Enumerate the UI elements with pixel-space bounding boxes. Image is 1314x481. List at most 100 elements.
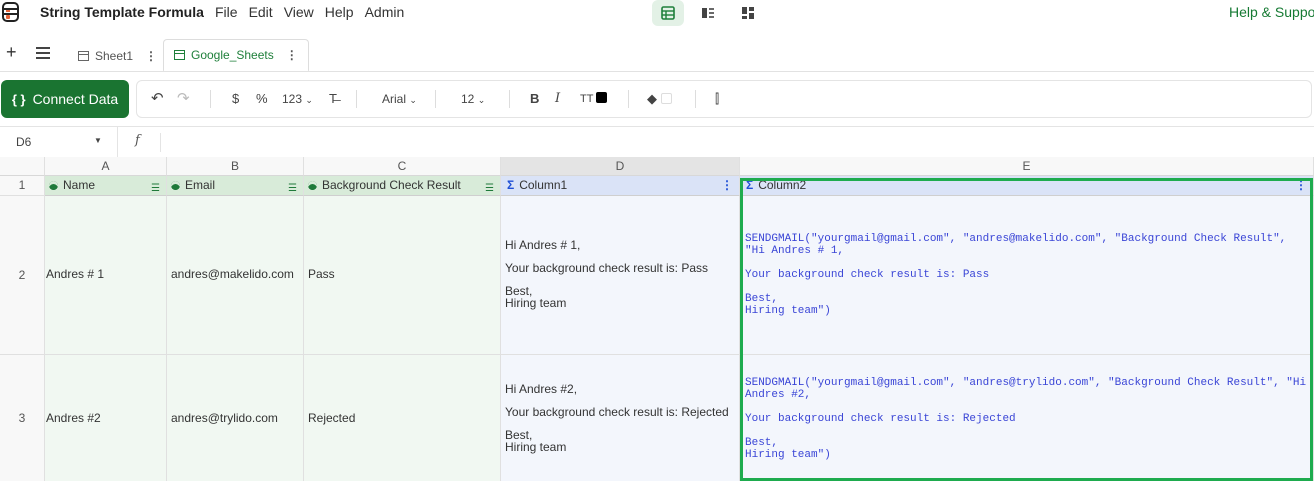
field-header-column1[interactable]: Σ Column1 ⋮	[501, 176, 740, 196]
field-header-label: Column1	[519, 178, 568, 192]
text-color-swatch	[596, 92, 608, 103]
menu-help[interactable]: Help	[325, 4, 354, 20]
filter-icon[interactable]: ☰	[151, 179, 160, 195]
grid-view-button[interactable]	[652, 0, 684, 26]
menu-file[interactable]: File	[215, 4, 238, 20]
cell-c2[interactable]: Pass	[304, 196, 501, 355]
italic-button[interactable]: I	[555, 91, 560, 107]
cell-text: andres@trylido.com	[171, 411, 278, 425]
tab-options-icon[interactable]: ⋮	[286, 48, 298, 62]
cell-line	[745, 257, 1313, 269]
row-header[interactable]: 3	[0, 355, 45, 481]
row-header[interactable]: 2	[0, 196, 45, 355]
field-header-background-check[interactable]: Background Check Result ☰	[304, 176, 501, 196]
cell-line: Your background check result is: Rejecte…	[745, 413, 1016, 425]
font-family-dropdown[interactable]: Arial ⌄	[382, 91, 417, 108]
cell-reference[interactable]: D6	[16, 135, 31, 149]
text-color-button[interactable]: TT	[580, 91, 608, 107]
app-title: String Template Formula	[40, 4, 204, 20]
field-header-name[interactable]: Name ☰	[45, 176, 167, 196]
database-icon	[308, 181, 317, 190]
field-header-email[interactable]: Email ☰	[167, 176, 304, 196]
toolbar-divider	[356, 90, 357, 108]
cell-b2[interactable]: andres@makelido.com	[167, 196, 304, 355]
field-header-column2[interactable]: Σ Column2 ⋮	[740, 176, 1314, 196]
number-format-dropdown[interactable]: 123 ⌄	[282, 91, 313, 108]
cell-text: Pass	[308, 267, 335, 281]
formula-bar-divider	[160, 133, 161, 152]
redo-icon[interactable]: ↷	[177, 91, 190, 107]
column-options-icon[interactable]: ⋮	[1295, 176, 1307, 195]
tab-google-sheets[interactable]: Google_Sheets ⋮	[163, 39, 309, 72]
bold-button[interactable]: B	[530, 91, 539, 107]
font-family-label: Arial	[382, 92, 407, 106]
row-header[interactable]: 1	[0, 176, 45, 196]
menu-view[interactable]: View	[284, 4, 314, 20]
dashboard-view-button[interactable]	[732, 0, 764, 26]
cell-line: Your background check result is: Rejecte…	[505, 405, 729, 419]
tab-sheet1[interactable]: Sheet1 ⋮	[68, 39, 167, 72]
cell-line: Your background check result is: Pass	[505, 261, 708, 275]
menu-edit[interactable]: Edit	[249, 4, 273, 20]
function-icon: f	[135, 133, 140, 148]
sigma-icon: Σ	[746, 178, 754, 192]
menu-admin[interactable]: Admin	[365, 4, 405, 20]
column-header-a[interactable]: A	[45, 157, 167, 176]
paint-bucket-icon: ◆	[647, 91, 657, 106]
tab-options-icon[interactable]: ⋮	[145, 49, 157, 63]
cell-line: Hiring team")	[745, 305, 831, 317]
view-switcher	[652, 0, 764, 26]
clear-format-icon[interactable]: T̶	[329, 91, 337, 107]
connect-data-label: Connect Data	[32, 91, 119, 107]
sigma-icon: Σ	[507, 178, 515, 192]
tabs-divider	[0, 71, 1314, 72]
cell-e3[interactable]: SENDGMAIL("yourgmail@gmail.com", "andres…	[740, 355, 1314, 481]
cell-line	[505, 418, 739, 429]
cell-d2[interactable]: Hi Andres # 1, Your background check res…	[501, 196, 740, 355]
cell-line: Hiring team")	[745, 449, 831, 461]
corner-cell[interactable]	[0, 157, 45, 176]
formula-input[interactable]	[170, 135, 1270, 151]
font-size-dropdown[interactable]: 12 ⌄	[461, 91, 485, 108]
cell-line: Andres #2,	[745, 389, 812, 401]
fill-color-button[interactable]: ◆	[647, 91, 672, 107]
undo-icon[interactable]: ↶	[151, 91, 164, 107]
dashboard-view-icon	[742, 7, 754, 19]
cell-e2[interactable]: SENDGMAIL("yourgmail@gmail.com", "andres…	[740, 196, 1314, 355]
help-support-link[interactable]: Help & Suppo	[1229, 4, 1314, 20]
cell-line: Hiring team	[505, 296, 567, 310]
toolbar-divider	[435, 90, 436, 108]
braces-icon: { }	[11, 91, 26, 107]
caret-down-icon[interactable]: ▼	[94, 136, 102, 145]
formula-bar-divider	[117, 127, 118, 158]
field-header-label: Background Check Result	[322, 178, 461, 192]
column-header-d[interactable]: D	[501, 157, 740, 176]
database-icon	[171, 181, 180, 190]
column-options-icon[interactable]: ⋮	[721, 176, 733, 195]
column-header-e[interactable]: E	[740, 157, 1314, 176]
currency-format-button[interactable]: $	[232, 91, 239, 107]
sheet-tabs: + Sheet1 ⋮ Google_Sheets ⋮	[0, 36, 1314, 72]
column-align-icon[interactable]: ⫿	[715, 91, 719, 107]
cell-line: Hi Andres # 1,	[505, 238, 581, 252]
hamburger-icon[interactable]	[36, 47, 50, 62]
number-format-label: 123	[282, 92, 303, 106]
cell-d3[interactable]: Hi Andres #2, Your background check resu…	[501, 355, 740, 481]
cell-a2[interactable]: Andres # 1	[45, 196, 167, 355]
column-header-b[interactable]: B	[167, 157, 304, 176]
filter-icon[interactable]: ☰	[485, 179, 494, 195]
cell-c3[interactable]: Rejected	[304, 355, 501, 481]
cell-a3[interactable]: Andres #2	[45, 355, 167, 481]
cell-b3[interactable]: andres@trylido.com	[167, 355, 304, 481]
cell-line: Your background check result is: Pass	[745, 269, 990, 281]
filter-icon[interactable]: ☰	[288, 179, 297, 195]
plus-icon[interactable]: +	[6, 43, 17, 61]
cell-line	[745, 281, 1313, 293]
main-menu: File Edit View Help Admin	[215, 4, 415, 20]
toolbar-divider	[509, 90, 510, 108]
column-header-c[interactable]: C	[304, 157, 501, 176]
connect-data-button[interactable]: { } Connect Data	[1, 80, 129, 118]
text-size-icon: TT	[580, 93, 594, 105]
form-view-button[interactable]	[692, 0, 724, 26]
percent-format-button[interactable]: %	[256, 91, 268, 107]
